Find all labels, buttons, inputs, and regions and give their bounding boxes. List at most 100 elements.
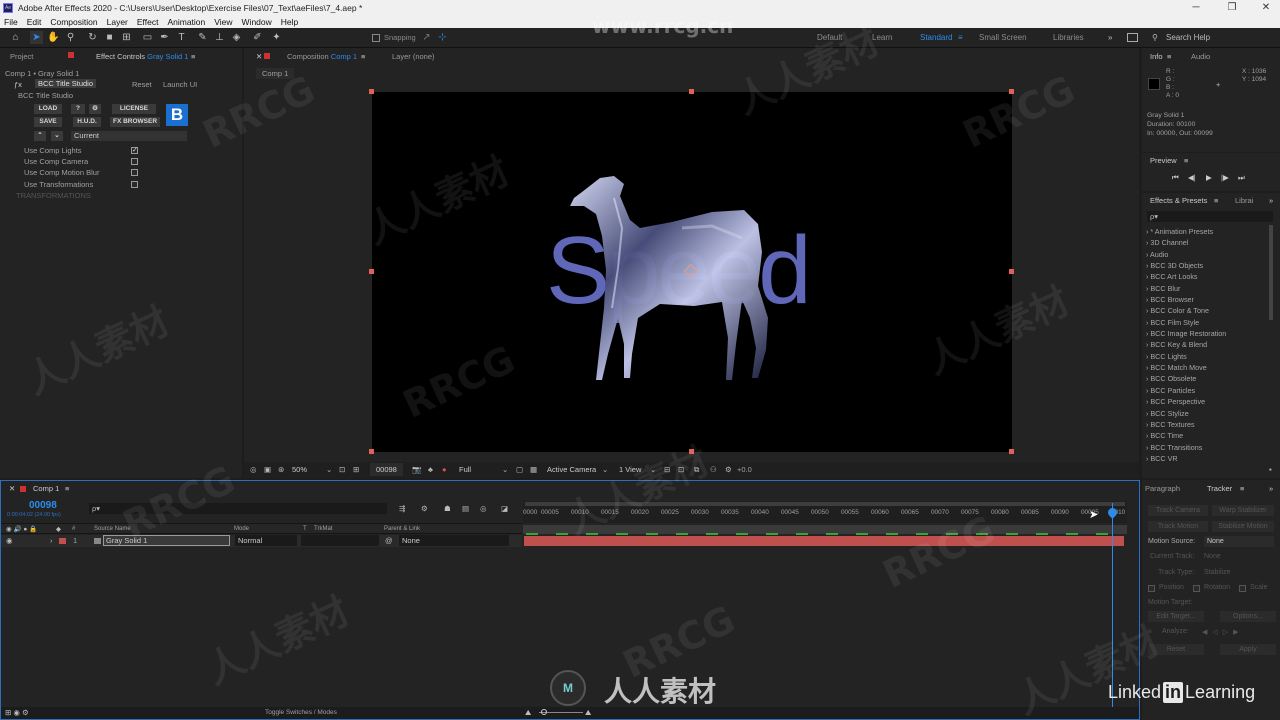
load-button[interactable]: LOAD [34, 104, 62, 114]
grid-icon[interactable]: ⊞ [353, 465, 359, 474]
close-timeline-tab-icon[interactable]: ✕ [9, 482, 15, 496]
more-workspaces-icon[interactable]: » [1108, 28, 1112, 48]
list-item[interactable]: › Audio [1146, 249, 1270, 260]
options-button[interactable]: Options... [1220, 611, 1276, 622]
workspace-small-screen[interactable]: Small Screen [979, 28, 1027, 48]
rotation-checkbox[interactable] [1193, 585, 1200, 592]
close-comp-tab-icon[interactable]: ✕ [256, 50, 262, 64]
hud-button[interactable]: H.U.D. [73, 117, 101, 127]
last-frame-button[interactable]: ⏭ [1238, 173, 1245, 183]
list-item[interactable]: › BCC Textures [1146, 419, 1270, 430]
reset-link[interactable]: Reset [132, 80, 152, 89]
fit-icon[interactable]: ⊡ [339, 465, 345, 474]
list-item[interactable]: › BCC Match Move [1146, 362, 1270, 373]
track-motion-button[interactable]: Track Motion [1148, 521, 1208, 532]
preset-field[interactable]: Current [71, 131, 187, 141]
layer-duration-bar[interactable] [524, 536, 1124, 546]
snapping-checkbox[interactable] [372, 34, 380, 42]
visibility-eye-icon[interactable]: ◉ [6, 536, 13, 545]
trkmat-dropdown[interactable] [301, 535, 379, 546]
tab-tracker[interactable]: Tracker [1207, 482, 1232, 496]
license-button[interactable]: LICENSE [112, 104, 156, 114]
home-icon[interactable]: ⌂ [9, 31, 22, 44]
scale-checkbox[interactable] [1239, 585, 1246, 592]
toggle-switches-modes[interactable]: Toggle Switches / Modes [265, 709, 337, 716]
chevron-down-icon[interactable]: ⌄ [326, 465, 332, 474]
col-mode[interactable]: Mode [234, 524, 249, 535]
list-item[interactable]: › BCC Key & Blend [1146, 339, 1270, 350]
menu-effect[interactable]: Effect [137, 16, 159, 28]
camera-tool-icon[interactable]: ■ [103, 31, 116, 44]
motion-source-dropdown[interactable]: None [1204, 536, 1274, 547]
tab-effects-presets[interactable]: Effects & Presets [1150, 194, 1207, 208]
bounding-handle[interactable] [1009, 269, 1014, 274]
bounding-handle[interactable] [689, 89, 694, 94]
current-track-value[interactable]: None [1204, 553, 1221, 560]
list-item[interactable]: › BCC Time [1146, 430, 1270, 441]
transformations-group[interactable]: TRANSFORMATIONS [16, 191, 91, 200]
list-item[interactable]: › BCC Image Restoration [1146, 328, 1270, 339]
analyze-controls[interactable]: ◀◁▷▶ [1202, 628, 1244, 636]
channel-icon[interactable]: ● [442, 465, 447, 474]
bounding-handle[interactable] [369, 449, 374, 454]
exposure-icon[interactable]: ⚙ [725, 465, 732, 474]
effects-search-input[interactable]: ρ▾ [1147, 211, 1273, 222]
menu-view[interactable]: View [214, 16, 232, 28]
info-menu-icon[interactable]: ≡ [1167, 50, 1171, 64]
camera-dropdown[interactable]: Active Camera [547, 465, 596, 474]
launch-ui-link[interactable]: Launch UI [163, 80, 197, 89]
transparency-grid-icon[interactable]: ▦ [530, 465, 537, 474]
comp-mini-flowchart-icon[interactable]: ⇶ [399, 504, 405, 513]
warp-stabilizer-button[interactable]: Warp Stabilizer [1212, 505, 1274, 516]
panel-toggle-icon[interactable] [1127, 33, 1138, 42]
tracker-apply-button[interactable]: Apply [1220, 644, 1276, 655]
frame-blending-icon[interactable]: ▤ [462, 504, 469, 513]
list-item[interactable]: › BCC Transitions [1146, 442, 1270, 453]
comp-lights-checkbox[interactable]: ✓ [131, 147, 138, 154]
always-preview-icon[interactable]: ◎ [250, 465, 257, 474]
eraser-tool-icon[interactable]: ◈ [230, 31, 243, 44]
exposure-value[interactable]: +0.0 [737, 465, 752, 474]
motion-blur-icon[interactable]: ◎ [480, 504, 487, 513]
timeline-current-time[interactable]: 00098 [29, 500, 57, 511]
menu-composition[interactable]: Composition [50, 16, 97, 28]
col-t[interactable]: T [303, 524, 307, 535]
new-bin-icon[interactable]: ▪ [1269, 465, 1272, 474]
current-time-field[interactable]: 00098 [370, 463, 403, 476]
pen-tool-icon[interactable]: ✒ [158, 31, 171, 44]
tab-libraries[interactable]: Librai [1235, 194, 1253, 208]
layer-name-field[interactable]: Gray Solid 1 [103, 535, 230, 546]
preview-title[interactable]: Preview [1150, 154, 1177, 168]
effect-name[interactable]: BCC Title Studio [35, 79, 97, 88]
selection-tool-icon[interactable]: ➤ [30, 31, 43, 44]
table-row[interactable]: ◉ › 1 Gray Solid 1 Normal @ None [1, 535, 522, 547]
motion-blur-checkbox[interactable] [131, 169, 138, 176]
list-item[interactable]: › BCC Lights [1146, 351, 1270, 362]
list-item[interactable]: › BCC VR [1146, 453, 1270, 464]
blend-mode-dropdown[interactable]: Normal [235, 535, 297, 546]
parent-dropdown[interactable]: None [399, 535, 509, 546]
list-item[interactable]: › BCC 3D Objects [1146, 260, 1270, 271]
track-camera-button[interactable]: Track Camera [1148, 505, 1208, 516]
pan-behind-tool-icon[interactable]: ⊞ [120, 31, 133, 44]
rectangle-tool-icon[interactable]: ▭ [141, 31, 154, 44]
tab-paragraph[interactable]: Paragraph [1145, 482, 1180, 496]
next-frame-button[interactable]: |▶ [1221, 173, 1229, 182]
snapshot-camera-icon[interactable]: 📷 [412, 465, 421, 474]
tab-project[interactable]: Project [10, 50, 33, 64]
tracker-menu-icon[interactable]: ≡ [1240, 482, 1244, 496]
position-checkbox[interactable] [1148, 585, 1155, 592]
close-button[interactable]: ✕ [1246, 0, 1280, 16]
bounding-handle[interactable] [369, 269, 374, 274]
effects-scrollbar[interactable] [1269, 225, 1273, 320]
list-item[interactable]: › BCC Browser [1146, 294, 1270, 305]
chevron-down-icon[interactable]: ⌄ [502, 465, 508, 474]
fx-toggle-icon[interactable]: ƒx [14, 80, 22, 89]
pick-whip-icon[interactable]: @ [385, 536, 393, 545]
col-parent-link[interactable]: Parent & Link [384, 524, 420, 535]
clone-stamp-tool-icon[interactable]: ⊥ [213, 31, 226, 44]
track-type-value[interactable]: Stabilize [1204, 569, 1230, 576]
help-button[interactable]: ? [71, 104, 85, 114]
zoom-tool-icon[interactable]: ⚲ [64, 31, 77, 44]
tracker-more-icon[interactable]: » [1269, 482, 1273, 496]
